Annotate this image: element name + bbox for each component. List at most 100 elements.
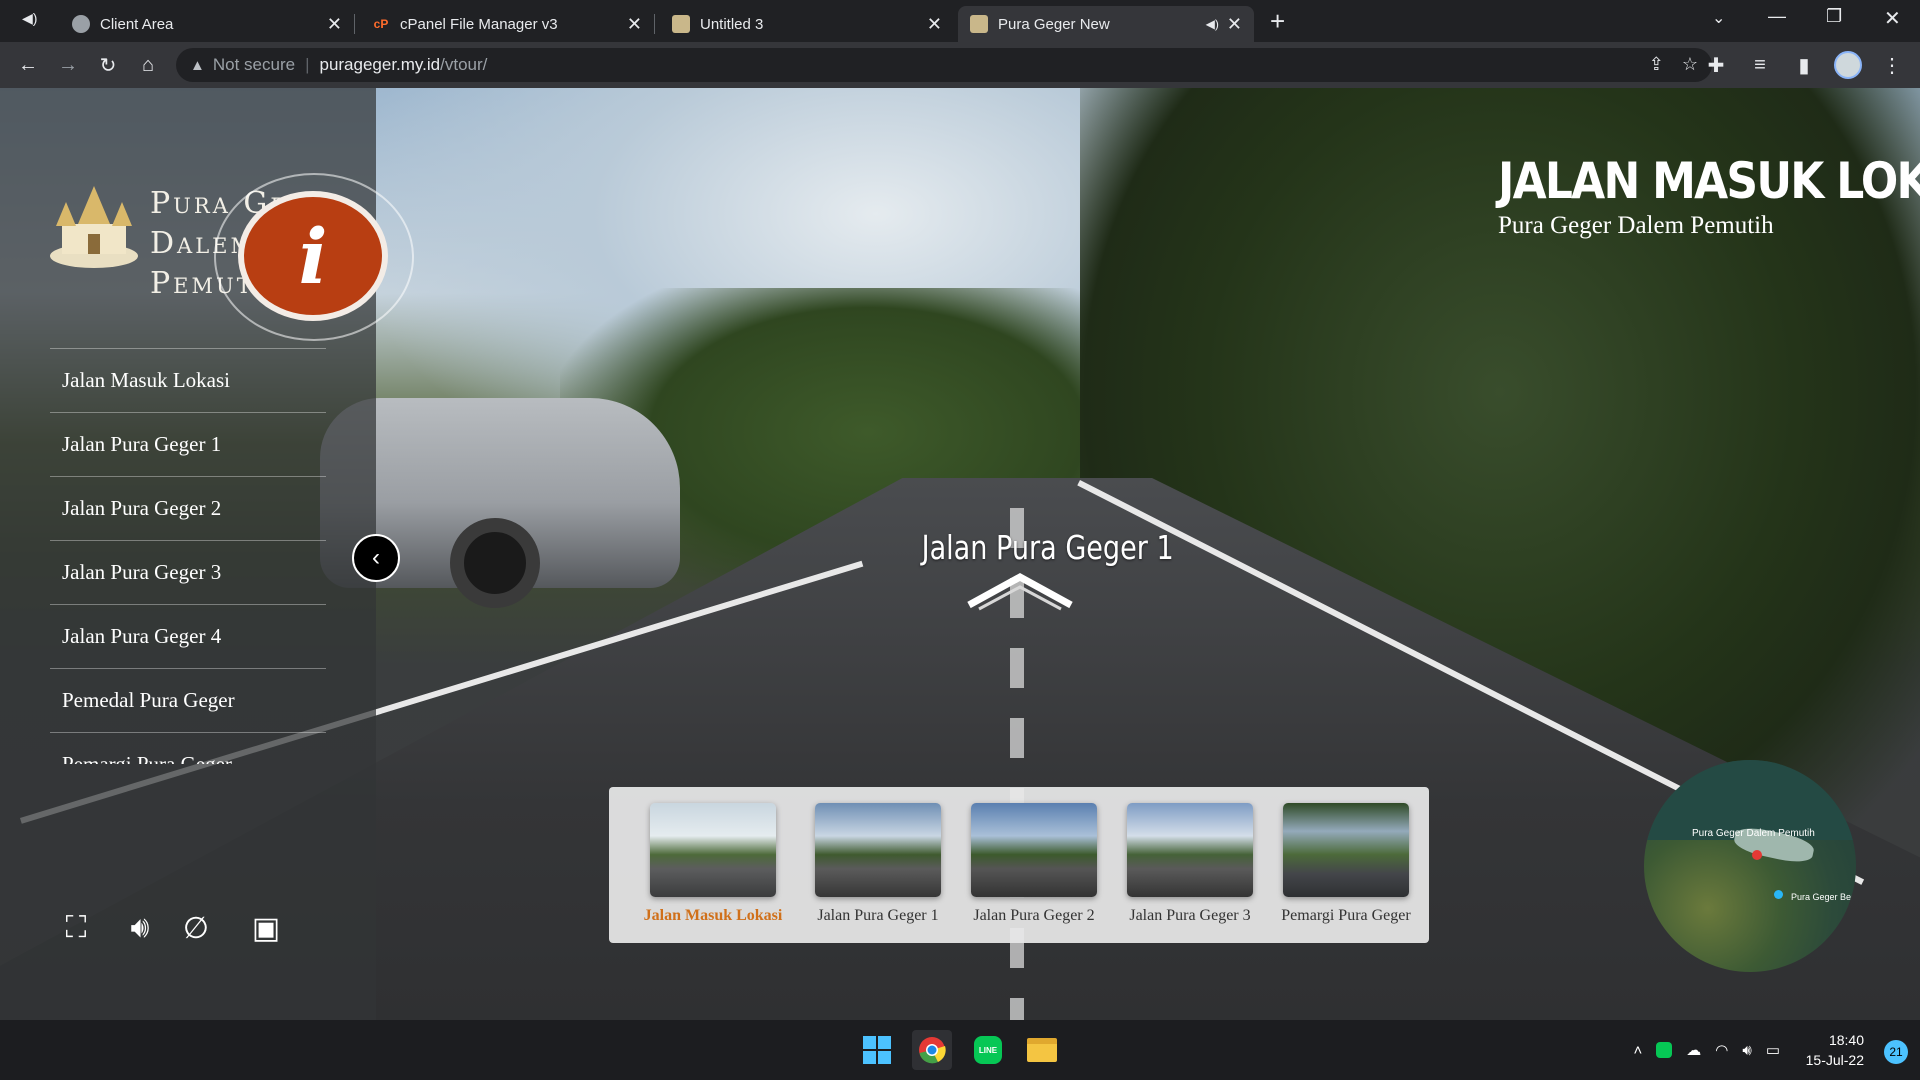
chrome-icon — [919, 1037, 946, 1064]
temple-logo-icon — [50, 186, 138, 268]
browser-tab-bar: ◀) Client Area ✕ cP cPanel File Manager … — [0, 0, 1920, 42]
gyro-off-icon[interactable]: ∅ — [176, 910, 216, 946]
tab-title: Untitled 3 — [700, 15, 764, 33]
tab-separator — [354, 14, 355, 34]
thumbnail-jalan-pura-geger-3[interactable]: Jalan Pura Geger 3 — [1127, 803, 1253, 925]
map-pin-icon[interactable] — [1774, 890, 1783, 899]
thumbnail-jalan-masuk-lokasi[interactable]: Jalan Masuk Lokasi — [644, 803, 782, 925]
menu-item-jalan-pura-geger-1[interactable]: Jalan Pura Geger 1 — [50, 412, 326, 476]
profile-avatar[interactable] — [1828, 45, 1868, 85]
close-tab-icon[interactable]: ✕ — [1227, 14, 1242, 35]
divider: | — [305, 55, 310, 74]
scene-subtitle: Pura Geger Dalem Pemutih — [1498, 212, 1774, 239]
taskbar-line[interactable]: LINE — [968, 1030, 1008, 1070]
scene-title: JALAN MASUK LOKASI — [1498, 152, 1920, 210]
toolbar-right: ✚ ≡ ▮ ⋮ — [1696, 42, 1920, 88]
tab-pura-geger-new[interactable]: Pura Geger New ◀) ✕ — [958, 6, 1254, 42]
scene-title-block: JALAN MASUK LOKASI Pura Geger Dalem Pemu… — [1498, 152, 1920, 240]
security-label[interactable]: Not secure — [213, 55, 295, 75]
info-button[interactable]: i — [214, 173, 414, 341]
nav-hotspot[interactable]: Jalan Pura Geger 1 — [900, 528, 1174, 616]
tab-audio-icon[interactable]: ◀) — [1206, 17, 1219, 31]
menu-item-jalan-pura-geger-3[interactable]: Jalan Pura Geger 3 — [50, 540, 326, 604]
line-icon: LINE — [974, 1036, 1002, 1064]
thumbnail-image — [815, 803, 941, 897]
close-tab-icon[interactable]: ✕ — [327, 14, 342, 35]
os-taskbar: LINE ˄ ☁ ◠ 🔊︎ ▭ 18:40 15-Jul-22 21 — [0, 1020, 1920, 1080]
back-icon[interactable]: ← — [8, 45, 48, 85]
tab-search-icon[interactable]: ⌄ — [1712, 8, 1725, 28]
menu-item-jalan-pura-geger-4[interactable]: Jalan Pura Geger 4 — [50, 604, 326, 668]
thumbnail-jalan-pura-geger-2[interactable]: Jalan Pura Geger 2 — [971, 803, 1097, 925]
thumbnail-label: Jalan Pura Geger 3 — [1129, 907, 1251, 924]
new-tab-button[interactable]: + — [1270, 6, 1285, 37]
volume-icon[interactable]: 🔊︎ — [1742, 1042, 1751, 1059]
menu-item-pemargi-pura-geger[interactable]: Pemargi Pura Geger — [50, 732, 326, 764]
notification-badge[interactable]: 21 — [1884, 1040, 1908, 1064]
tab-separator — [654, 14, 655, 34]
side-panel-icon[interactable]: ▮ — [1784, 45, 1824, 85]
menu-item-jalan-pura-geger-2[interactable]: Jalan Pura Geger 2 — [50, 476, 326, 540]
menu-item-jalan-masuk-lokasi[interactable]: Jalan Masuk Lokasi — [50, 348, 326, 412]
tab-title: Client Area — [100, 15, 174, 33]
panorama-viewer[interactable]: Pura Geger Dalem Pemutih i Jalan Masuk L… — [0, 88, 1920, 1020]
warning-icon[interactable]: ▲ — [190, 57, 205, 74]
close-window-button[interactable]: ✕ — [1884, 6, 1901, 31]
folder-icon — [1027, 1038, 1057, 1062]
cloud-icon[interactable]: ☁ — [1686, 1041, 1701, 1059]
map-label: Pura Geger Bea — [1791, 892, 1856, 902]
share-icon[interactable]: ⇪ — [1649, 54, 1664, 75]
reload-icon[interactable]: ↻ — [88, 45, 128, 85]
fullscreen-icon[interactable]: ⛶ — [56, 910, 96, 946]
scene-menu: Jalan Masuk Lokasi Jalan Pura Geger 1 Ja… — [50, 348, 326, 764]
tour-sidebar: Pura Geger Dalem Pemutih i Jalan Masuk L… — [0, 88, 414, 1020]
hotspot-label: Jalan Pura Geger 1 — [921, 528, 1174, 567]
collapse-sidebar-button[interactable]: ‹ — [352, 534, 400, 582]
windows-logo-icon — [863, 1036, 891, 1064]
menu-kebab-icon[interactable]: ⋮ — [1872, 45, 1912, 85]
wifi-icon[interactable]: ◠ — [1715, 1041, 1728, 1059]
close-tab-icon[interactable]: ✕ — [927, 14, 942, 35]
system-clock[interactable]: 18:40 15-Jul-22 — [1806, 1030, 1864, 1070]
minimize-button[interactable]: — — [1768, 6, 1786, 27]
tab-untitled[interactable]: Untitled 3 ✕ — [660, 6, 954, 42]
taskbar-file-explorer[interactable] — [1022, 1030, 1062, 1070]
extensions-icon[interactable]: ✚ — [1696, 45, 1736, 85]
url-host: purageger.my.id — [319, 55, 441, 74]
thumbnail-image — [650, 803, 776, 897]
location-minimap[interactable]: Pura Geger Dalem Pemutih Pura Geger Bea — [1644, 760, 1856, 972]
map-label: Pura Geger Dalem Pemutih — [1692, 828, 1815, 839]
forward-icon[interactable]: → — [48, 45, 88, 85]
line-tray-icon[interactable] — [1656, 1042, 1673, 1058]
battery-icon[interactable]: ▭ — [1766, 1041, 1780, 1059]
tab-client-area[interactable]: Client Area ✕ — [60, 6, 355, 42]
media-control-icon[interactable]: ≡ — [1740, 45, 1780, 85]
thumbnail-pemargi-pura-geger[interactable]: Pemargi Pura Geger — [1281, 803, 1411, 925]
thumbnail-label: Jalan Pura Geger 2 — [973, 907, 1095, 924]
menu-item-pemedal-pura-geger[interactable]: Pemedal Pura Geger — [50, 668, 326, 732]
omnibox-actions: ⇪ ☆ — [1649, 54, 1698, 75]
thumbnail-label: Pemargi Pura Geger — [1281, 907, 1411, 924]
gallery-icon[interactable]: ▣ — [246, 910, 286, 946]
close-tab-icon[interactable]: ✕ — [627, 14, 642, 35]
car-wheel — [450, 518, 540, 608]
thumbnail-label: Jalan Pura Geger 1 — [817, 907, 939, 924]
chevron-left-icon: ‹ — [372, 544, 380, 571]
home-icon[interactable]: ⌂ — [128, 45, 168, 85]
tab-audio-icon[interactable]: ◀) — [22, 10, 37, 27]
thumbnail-strip: Jalan Masuk Lokasi Jalan Pura Geger 1 Ja… — [609, 787, 1429, 943]
chevron-up-icon — [967, 573, 1073, 611]
map-pin-icon[interactable] — [1752, 850, 1762, 860]
sound-icon[interactable]: 🔊︎ — [120, 910, 160, 946]
clock-date: 15-Jul-22 — [1805, 1052, 1864, 1068]
restore-button[interactable]: ❐ — [1826, 6, 1842, 27]
temple-favicon-icon — [970, 15, 988, 33]
taskbar-chrome[interactable] — [912, 1030, 952, 1070]
thumbnail-jalan-pura-geger-1[interactable]: Jalan Pura Geger 1 — [815, 803, 941, 925]
browser-toolbar: ← → ↻ ⌂ ▲ Not secure | purageger.my.id /… — [0, 42, 1920, 88]
cpanel-favicon-icon: cP — [373, 17, 389, 31]
chevron-up-icon[interactable]: ˄ — [1634, 1042, 1643, 1059]
tab-cpanel[interactable]: cP cPanel File Manager v3 ✕ — [360, 6, 655, 42]
start-button[interactable] — [857, 1030, 897, 1070]
address-bar[interactable]: ▲ Not secure | purageger.my.id /vtour/ ⇪… — [176, 48, 1712, 82]
